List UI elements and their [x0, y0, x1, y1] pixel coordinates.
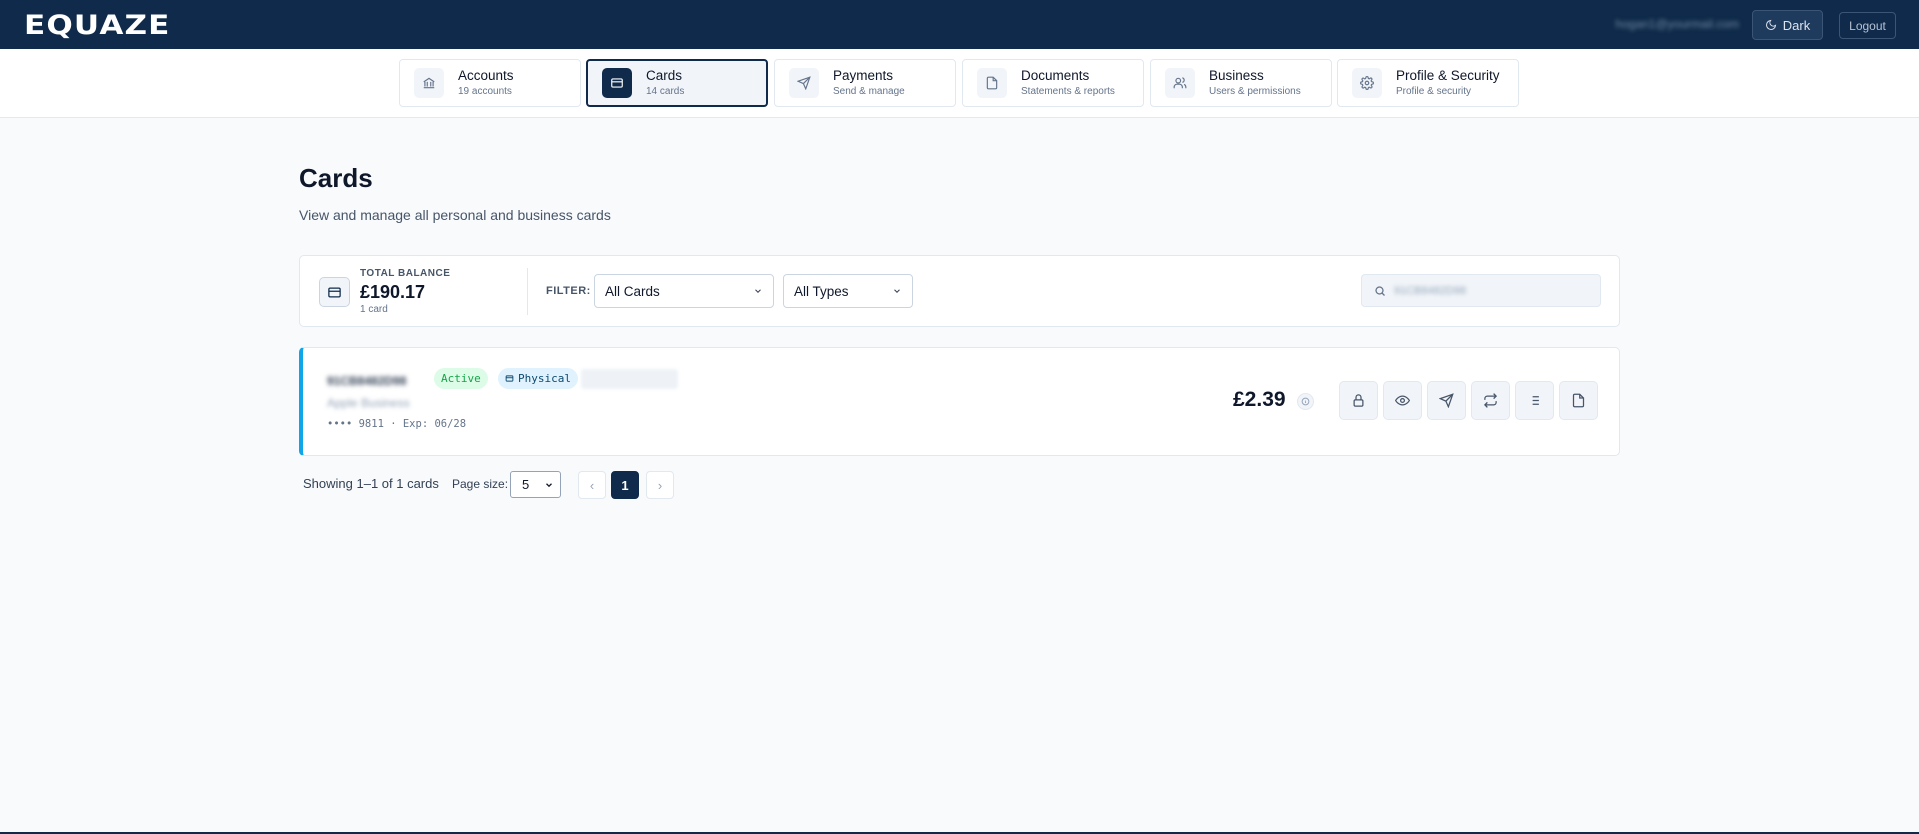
chevron-down-icon [544, 480, 554, 490]
total-balance-value: £190.17 [360, 282, 426, 302]
search-icon [1374, 285, 1386, 297]
filter-label: FILTER: [546, 285, 591, 297]
moon-icon [1765, 19, 1777, 31]
lock-icon [1351, 393, 1366, 408]
card-holder: Apple Business [327, 396, 410, 410]
summary-bar: TOTAL BALANCE £190.17 1 card FILTER: All… [299, 255, 1620, 327]
tab-payments-label: Payments [833, 68, 894, 83]
card-filter-select[interactable]: All Cards [594, 274, 774, 308]
type-filter-select[interactable]: All Types [783, 274, 913, 308]
tab-payments[interactable]: Payments Send & manage [774, 59, 956, 107]
card-list-item[interactable]: 91CB8482D98 Active Physical Apple Busine… [299, 347, 1620, 456]
page-subtitle: View and manage all personal and busines… [299, 207, 611, 223]
search-value: 91CB8482D98 [1394, 284, 1467, 297]
total-balance-label: TOTAL BALANCE [360, 268, 451, 279]
page-size-value: 5 [522, 477, 530, 492]
page-size-select[interactable]: 5 [510, 471, 561, 498]
app-logo[interactable]: EQUAZE [24, 10, 171, 41]
chevron-down-icon [753, 286, 763, 296]
dark-mode-label: Dark [1782, 17, 1811, 33]
gear-icon [1352, 68, 1382, 98]
tab-payments-sub: Send & manage [833, 86, 905, 97]
tab-documents-label: Documents [1021, 68, 1090, 83]
page-1-button[interactable]: 1 [611, 471, 639, 499]
tab-documents-sub: Statements & reports [1021, 86, 1115, 97]
type-filter-value: All Types [794, 283, 849, 299]
divider [527, 268, 528, 315]
list-icon [1527, 393, 1542, 408]
dark-mode-button[interactable]: Dark [1752, 10, 1823, 40]
chevron-down-icon [892, 286, 902, 296]
document-icon [977, 68, 1007, 98]
page-size-label: Page size: [452, 477, 509, 491]
tab-accounts-label: Accounts [458, 68, 514, 83]
card-type-badge: Physical [498, 368, 578, 389]
tab-profile-security-sub: Profile & security [1396, 86, 1472, 97]
card-icon [319, 277, 350, 307]
transfer-icon [1483, 393, 1498, 408]
top-bar: EQUAZE hogan1@yourmail.com Dark Logout [0, 0, 1919, 49]
tab-business[interactable]: Business Users & permissions [1150, 59, 1332, 107]
freeze-card-button[interactable] [1339, 381, 1378, 420]
card-id: 91CB8482D98 [327, 374, 407, 388]
next-page-button[interactable]: › [646, 471, 674, 499]
tab-cards-sub: 14 cards [646, 86, 685, 97]
send-payment-button[interactable] [1427, 381, 1466, 420]
card-type-label: Physical [518, 372, 571, 385]
card-tag [581, 369, 678, 389]
card-filter-value: All Cards [605, 283, 660, 299]
transfer-button[interactable] [1471, 381, 1510, 420]
tab-accounts[interactable]: Accounts 19 accounts [399, 59, 581, 107]
info-icon[interactable] [1297, 393, 1314, 410]
document-icon [1571, 393, 1586, 408]
send-icon [1439, 393, 1454, 408]
logout-button[interactable]: Logout [1839, 12, 1896, 39]
send-icon [789, 68, 819, 98]
card-meta: •••• 9811 · Exp: 06/28 [327, 418, 467, 430]
card-icon [505, 374, 514, 383]
prev-page-button[interactable]: ‹ [578, 471, 606, 499]
main-nav: Accounts 19 accounts Cards 14 cards Paym… [0, 49, 1919, 118]
results-count: Showing 1–1 of 1 cards [303, 476, 439, 491]
users-icon [1165, 68, 1195, 98]
tab-cards[interactable]: Cards 14 cards [586, 59, 768, 107]
transactions-button[interactable] [1515, 381, 1554, 420]
user-email: hogan1@yourmail.com [1615, 17, 1739, 31]
card-balance: £2.39 [1233, 388, 1286, 411]
statement-button[interactable] [1559, 381, 1598, 420]
tab-profile-security-label: Profile & Security [1396, 68, 1500, 83]
tab-accounts-sub: 19 accounts [458, 86, 512, 97]
page-title: Cards [299, 163, 373, 193]
status-badge: Active [434, 368, 488, 389]
tab-profile-security[interactable]: Profile & Security Profile & security [1337, 59, 1519, 107]
tab-documents[interactable]: Documents Statements & reports [962, 59, 1144, 107]
tab-business-label: Business [1209, 68, 1264, 83]
card-count: 1 card [360, 304, 388, 315]
eye-icon [1395, 393, 1410, 408]
bank-icon [414, 68, 444, 98]
card-icon [602, 68, 632, 98]
search-input[interactable]: 91CB8482D98 [1361, 274, 1601, 307]
view-card-button[interactable] [1383, 381, 1422, 420]
tab-business-sub: Users & permissions [1209, 86, 1301, 97]
tab-cards-label: Cards [646, 68, 683, 83]
